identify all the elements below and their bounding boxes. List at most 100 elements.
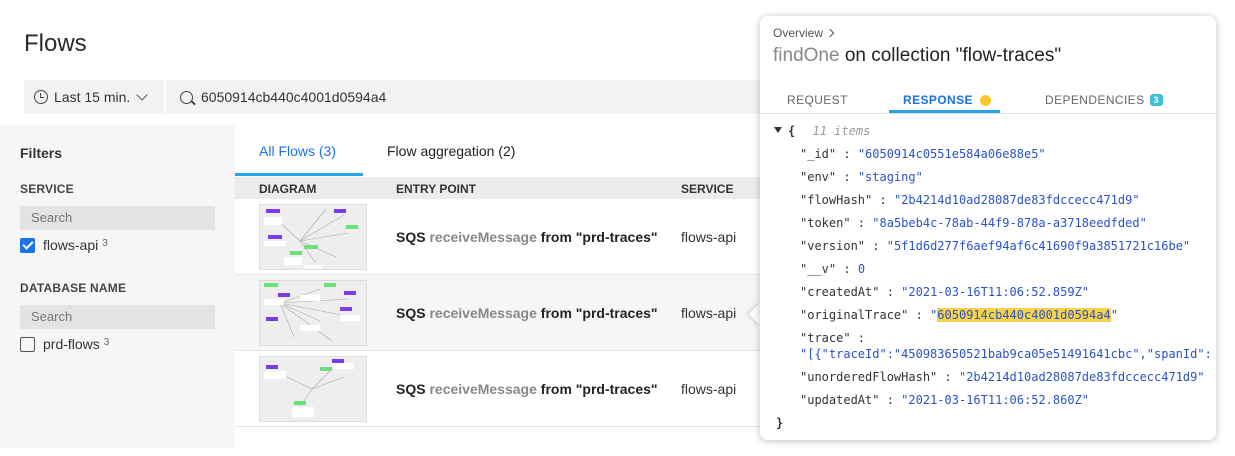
json-field: "version" : "5f1d6d277f6aef94af6c41690f9…	[800, 239, 1191, 253]
json-close-brace-char: }	[776, 416, 784, 430]
entry-point-suffix: from "prd-traces"	[540, 229, 658, 245]
tab-response[interactable]: RESPONSE	[903, 93, 991, 107]
json-field: "token" : "8a5beb4c-78ab-44f9-878a-a3718…	[800, 216, 1147, 230]
breadcrumb-overview[interactable]: Overview	[773, 26, 823, 40]
json-field: "unorderedFlowHash" : "2b4214d10ad28087d…	[800, 370, 1205, 384]
json-field: "trace" :	[800, 331, 866, 345]
popover-title-collection: on collection "flow-traces"	[844, 45, 1062, 66]
tab-request-label: REQUEST	[787, 93, 848, 107]
entry-point-suffix: from "prd-traces"	[540, 381, 658, 397]
json-value: 0	[857, 262, 866, 276]
flow-diagram-thumbnail[interactable]	[259, 356, 367, 422]
warning-dot-icon	[979, 94, 991, 106]
database-option-label: prd-flows	[43, 336, 100, 352]
entry-point: SQS receiveMessage from "prd-traces"	[396, 305, 658, 321]
service-option-label: flows-api	[43, 237, 99, 253]
tab-dependencies-label: DEPENDENCIES	[1045, 93, 1145, 107]
entry-point: SQS receiveMessage from "prd-traces"	[396, 229, 658, 245]
json-value: "2b4214d10ad28087de83fdccecc471d9"	[958, 370, 1205, 384]
breadcrumb[interactable]: Overview	[773, 26, 835, 40]
tab-flow-aggregation[interactable]: Flow aggregation (2)	[387, 143, 515, 159]
json-value: "staging"	[857, 170, 923, 184]
filters-sidebar: Filters SERVICE Search flows-api 3 DATAB…	[0, 125, 235, 448]
time-range-label: Last 15 min.	[54, 89, 131, 105]
json-key: "originalTrace"	[800, 308, 909, 322]
json-value: "2b4214d10ad28087de83fdccecc471d9"	[893, 193, 1140, 207]
search-input[interactable]: 6050914cb440c4001d0594a4	[166, 80, 766, 114]
json-key: "__v"	[800, 262, 837, 276]
checkbox-checked[interactable]	[20, 237, 35, 253]
chevron-down-icon	[136, 89, 148, 101]
database-search-input[interactable]: Search	[20, 305, 215, 329]
table-header: DIAGRAM ENTRY POINT SERVICE	[235, 177, 835, 199]
divider	[760, 113, 1216, 114]
json-field: "updatedAt" : "2021-03-16T11:06:52.860Z"	[800, 393, 1090, 407]
entry-point: SQS receiveMessage from "prd-traces"	[396, 381, 658, 397]
json-root[interactable]: { 11 items	[774, 124, 870, 138]
service-option-flows-api[interactable]: flows-api 3	[20, 237, 108, 253]
json-key: "_id"	[800, 147, 837, 161]
json-value: "[{"traceId":"450983650521bab9ca05e51491…	[800, 347, 1212, 361]
search-icon	[180, 90, 193, 104]
json-key: "flowHash"	[800, 193, 873, 207]
json-field: "_id" : "6050914c0551e584a06e88e5"	[800, 147, 1046, 161]
tab-all-flows[interactable]: All Flows (3)	[259, 143, 336, 159]
entry-point-suffix: from "prd-traces"	[540, 305, 658, 321]
tab-dependencies[interactable]: DEPENDENCIES 3	[1045, 93, 1163, 107]
json-key: "token"	[800, 216, 851, 230]
clock-icon	[34, 90, 48, 104]
column-header-diagram: DIAGRAM	[259, 182, 317, 196]
popover-title-function: findOne	[773, 45, 840, 66]
json-items-count: 11 items	[812, 124, 871, 138]
json-value: "8a5beb4c-78ab-44f9-878a-a3718eedfded"	[872, 216, 1147, 230]
flow-diagram-thumbnail[interactable]	[259, 204, 367, 270]
entry-point-prefix: SQS	[396, 229, 426, 245]
flow-diagram-thumbnail[interactable]	[259, 280, 367, 346]
json-open-brace: {	[788, 124, 796, 138]
chevron-right-icon	[825, 28, 835, 38]
row-service: flows-api	[681, 229, 737, 245]
json-key: "version"	[800, 239, 866, 253]
popover-title: findOne on collection "flow-traces"	[773, 45, 1061, 67]
collapse-triangle-icon[interactable]	[774, 127, 782, 133]
json-value: "2021-03-16T11:06:52.859Z"	[901, 285, 1090, 299]
json-key: "env"	[800, 170, 837, 184]
entry-point-prefix: SQS	[396, 381, 426, 397]
flow-tabs: All Flows (3) Flow aggregation (2)	[235, 125, 835, 177]
column-header-entry-point: ENTRY POINT	[396, 182, 477, 196]
tab-response-label: RESPONSE	[903, 93, 973, 107]
database-option-prd-flows[interactable]: prd-flows 3	[20, 336, 109, 352]
json-field: "originalTrace" : "6050914cb440c4001d059…	[800, 308, 1118, 322]
json-value: "5f1d6d277f6aef94af6c41690f9a3851721c16b…	[886, 239, 1191, 253]
checkbox-unchecked[interactable]	[20, 336, 35, 352]
service-filter-title: SERVICE	[20, 182, 74, 196]
json-key: "createdAt"	[800, 285, 880, 299]
entry-point-prefix: SQS	[396, 305, 426, 321]
column-header-service[interactable]: SERVICE	[681, 182, 733, 196]
dependencies-count-badge: 3	[1149, 94, 1163, 106]
entry-point-operation: receiveMessage	[429, 305, 537, 321]
page-title: Flows	[24, 30, 87, 57]
json-value-quote: "	[1110, 308, 1118, 322]
time-range-select[interactable]: Last 15 min.	[24, 80, 164, 114]
database-option-count: 3	[103, 336, 110, 348]
json-field: "env" : "staging"	[800, 170, 923, 184]
query-details-popover: Overview findOne on collection "flow-tra…	[760, 16, 1216, 440]
json-field: "flowHash" : "2b4214d10ad28087de83fdccec…	[800, 193, 1140, 207]
tab-request[interactable]: REQUEST	[787, 93, 848, 107]
entry-point-operation: receiveMessage	[429, 381, 537, 397]
json-field: "__v" : 0	[800, 262, 866, 276]
search-value: 6050914cb440c4001d0594a4	[201, 89, 387, 105]
active-tab-indicator	[235, 173, 363, 176]
json-key: "updatedAt"	[800, 393, 880, 407]
service-search-input[interactable]: Search	[20, 206, 215, 230]
json-value: "2021-03-16T11:06:52.860Z"	[901, 393, 1090, 407]
database-filter-title: DATABASE NAME	[20, 281, 127, 295]
table-row[interactable]: SQS receiveMessage from "prd-traces" flo…	[235, 275, 835, 351]
json-value: "6050914c0551e584a06e88e5"	[857, 147, 1046, 161]
table-row[interactable]: SQS receiveMessage from "prd-traces" flo…	[235, 351, 835, 427]
json-field-value-wrapped: "[{"traceId":"450983650521bab9ca05e51491…	[800, 347, 1212, 361]
json-field: "createdAt" : "2021-03-16T11:06:52.859Z"	[800, 285, 1090, 299]
row-service: flows-api	[681, 305, 737, 321]
table-row[interactable]: SQS receiveMessage from "prd-traces" flo…	[235, 199, 835, 275]
